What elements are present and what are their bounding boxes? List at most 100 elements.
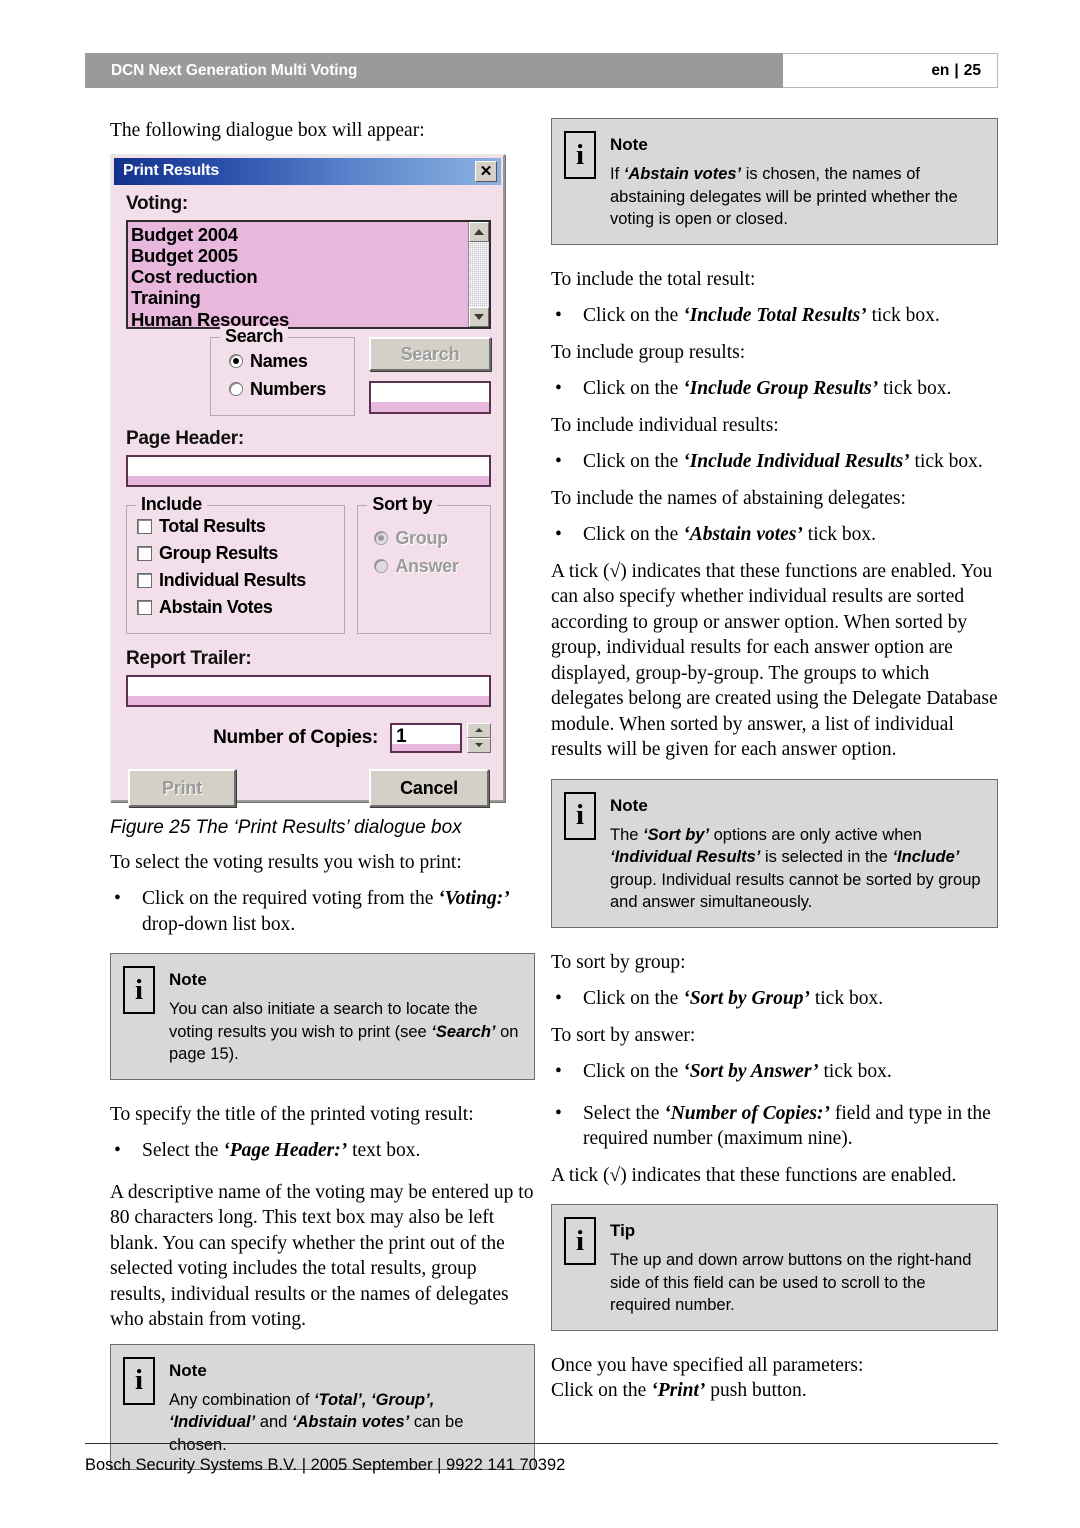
sort-answer-intro: To sort by answer: — [551, 1024, 696, 1046]
checkbox-group-results[interactable]: Group Results — [137, 543, 336, 564]
radio-label-names: Names — [250, 350, 308, 371]
number-of-copies-row: Number of Copies: 1 — [126, 722, 491, 753]
bullet-text: Click on the ‘Sort by Answer’ tick box. — [583, 1061, 892, 1082]
include-group-label: Include — [136, 493, 207, 515]
figure-caption: Figure 25 The ‘Print Results’ dialogue b… — [110, 816, 462, 838]
sort-by-group-label: Sort by — [367, 493, 438, 515]
note-body: Tip The up and down arrow buttons on the… — [610, 1216, 983, 1317]
note-text: The up and down arrow buttons on the rig… — [610, 1251, 972, 1314]
bullet-icon: • — [555, 524, 562, 545]
bullet-icon: • — [555, 1102, 562, 1124]
close-icon[interactable]: ✕ — [475, 160, 497, 182]
bullet-text: Click on the ‘Abstain votes’ tick box. — [583, 524, 877, 545]
page-header: DCN Next Generation Multi Voting en | 25 — [85, 53, 998, 88]
radio-names[interactable]: Names — [229, 351, 344, 372]
search-input[interactable] — [369, 380, 491, 414]
bullet-include-total: • Click on the ‘Include Total Results’ t… — [551, 303, 998, 329]
report-trailer-input[interactable] — [126, 674, 491, 707]
tip-arrow-buttons: i Tip The up and down arrow buttons on t… — [551, 1204, 998, 1331]
radio-sort-group[interactable]: Group — [374, 528, 482, 549]
search-groupbox: Search Names Numbers — [210, 325, 356, 416]
radio-icon-numbers[interactable] — [229, 382, 243, 396]
page-header-label: Page Header: — [126, 427, 244, 449]
search-button[interactable]: Search — [369, 336, 491, 371]
include-groupbox: Include Total Results Group Results Indi… — [126, 493, 346, 634]
sort-group-intro: To sort by group: — [551, 951, 686, 973]
note-sort-by: i Note The ‘Sort by’ options are only ac… — [551, 778, 998, 928]
bullet-icon: • — [114, 1140, 121, 1161]
note-body: Note Any combination of ‘Total’, ‘Group’… — [169, 1356, 520, 1457]
checkbox-label-abstain-votes: Abstain Votes — [159, 596, 273, 617]
stepper-down-icon[interactable] — [467, 737, 491, 753]
number-of-copies-label: Number of Copies: — [213, 726, 378, 748]
descriptive-paragraph: A descriptive name of the voting may be … — [110, 1181, 534, 1331]
dialog-titlebar[interactable]: Print Results ✕ — [114, 157, 501, 185]
radio-sort-answer[interactable]: Answer — [374, 556, 482, 577]
bullet-icon: • — [555, 378, 562, 399]
list-item[interactable]: Human Resources — [131, 309, 468, 327]
info-icon: i — [564, 131, 596, 179]
note-abstain: i Note If ‘Abstain votes’ is chosen, the… — [551, 118, 998, 245]
radio-icon-sort-answer[interactable] — [374, 559, 389, 573]
bullet-icon: • — [555, 305, 562, 326]
checkbox-icon-individual-results[interactable] — [137, 572, 152, 588]
bullet-icon: • — [555, 1061, 562, 1082]
radio-icon-names[interactable] — [229, 354, 243, 368]
checkbox-abstain-votes[interactable]: Abstain Votes — [137, 597, 336, 618]
radio-icon-sort-group[interactable] — [374, 531, 389, 545]
bullet-text: Click on the required voting from the ‘V… — [142, 888, 510, 935]
voting-listbox-scrollbar[interactable] — [468, 221, 489, 327]
note-body: Note The ‘Sort by’ options are only acti… — [610, 791, 983, 914]
cancel-button[interactable]: Cancel — [369, 768, 489, 807]
group-intro: To include group results: — [551, 341, 746, 363]
note-text: The ‘Sort by’ options are only active wh… — [610, 825, 981, 912]
bullet-text: Click on the ‘Include Individual Results… — [583, 451, 983, 472]
list-item[interactable]: Cost reduction — [131, 266, 468, 287]
number-of-copies-input[interactable]: 1 — [390, 722, 462, 753]
checkbox-icon-abstain-votes[interactable] — [137, 599, 152, 615]
individual-intro: To include individual results: — [551, 414, 779, 436]
radio-label-sort-answer: Answer — [395, 555, 459, 576]
voting-label: Voting: — [126, 192, 188, 214]
stepper-up-icon[interactable] — [467, 722, 491, 738]
checkbox-icon-group-results[interactable] — [137, 545, 152, 561]
bullet-icon: • — [555, 451, 562, 472]
list-item[interactable]: Budget 2005 — [131, 245, 468, 266]
checkbox-label-total-results: Total Results — [159, 515, 266, 536]
print-button[interactable]: Print — [128, 768, 236, 807]
scrollbar-track[interactable] — [469, 241, 489, 307]
bullet-text: Click on the ‘Include Group Results’ tic… — [583, 378, 952, 399]
print-results-dialog: Print Results ✕ Voting: Budget 2004 Budg… — [110, 153, 505, 807]
note-body: Note If ‘Abstain votes’ is chosen, the n… — [610, 130, 983, 231]
note-title: Note — [610, 795, 648, 815]
search-group-label: Search — [220, 325, 289, 347]
header-language: en — [931, 61, 950, 79]
bullet-text: Click on the ‘Include Total Results’ tic… — [583, 305, 940, 326]
voting-listbox-items[interactable]: Budget 2004 Budget 2005 Cost reduction T… — [128, 222, 468, 327]
scroll-down-icon[interactable] — [469, 306, 489, 327]
info-icon: i — [123, 966, 155, 1014]
voting-listbox[interactable]: Budget 2004 Budget 2005 Cost reduction T… — [126, 219, 491, 329]
right-column: i Note If ‘Abstain votes’ is chosen, the… — [551, 118, 998, 1404]
list-item[interactable]: Training — [131, 287, 468, 308]
checkbox-icon-total-results[interactable] — [137, 518, 152, 534]
list-item[interactable]: Budget 2004 — [131, 224, 468, 245]
info-icon: i — [564, 791, 596, 840]
bullet-icon: • — [555, 988, 562, 1009]
dialog-button-row: Print Cancel — [126, 768, 491, 807]
checkbox-individual-results[interactable]: Individual Results — [137, 570, 336, 591]
note-text: You can also initiate a search to locate… — [169, 1000, 519, 1063]
header-title: DCN Next Generation Multi Voting — [85, 53, 783, 88]
report-trailer-label: Report Trailer: — [126, 647, 252, 669]
note-search: i Note You can also initiate a search to… — [110, 953, 535, 1080]
radio-numbers[interactable]: Numbers — [229, 379, 344, 400]
checkbox-label-individual-results: Individual Results — [159, 569, 306, 590]
page-header-input[interactable] — [126, 454, 491, 487]
bullet-text: Select the ‘Number of Copies:’ field and… — [583, 1102, 991, 1150]
title-intro: To specify the title of the printed voti… — [110, 1103, 474, 1125]
info-icon: i — [123, 1356, 155, 1405]
scroll-up-icon[interactable] — [469, 221, 489, 242]
include-sort-row: Include Total Results Group Results Indi… — [126, 493, 491, 634]
checkbox-total-results[interactable]: Total Results — [137, 516, 336, 537]
number-of-copies-stepper[interactable] — [467, 722, 491, 753]
